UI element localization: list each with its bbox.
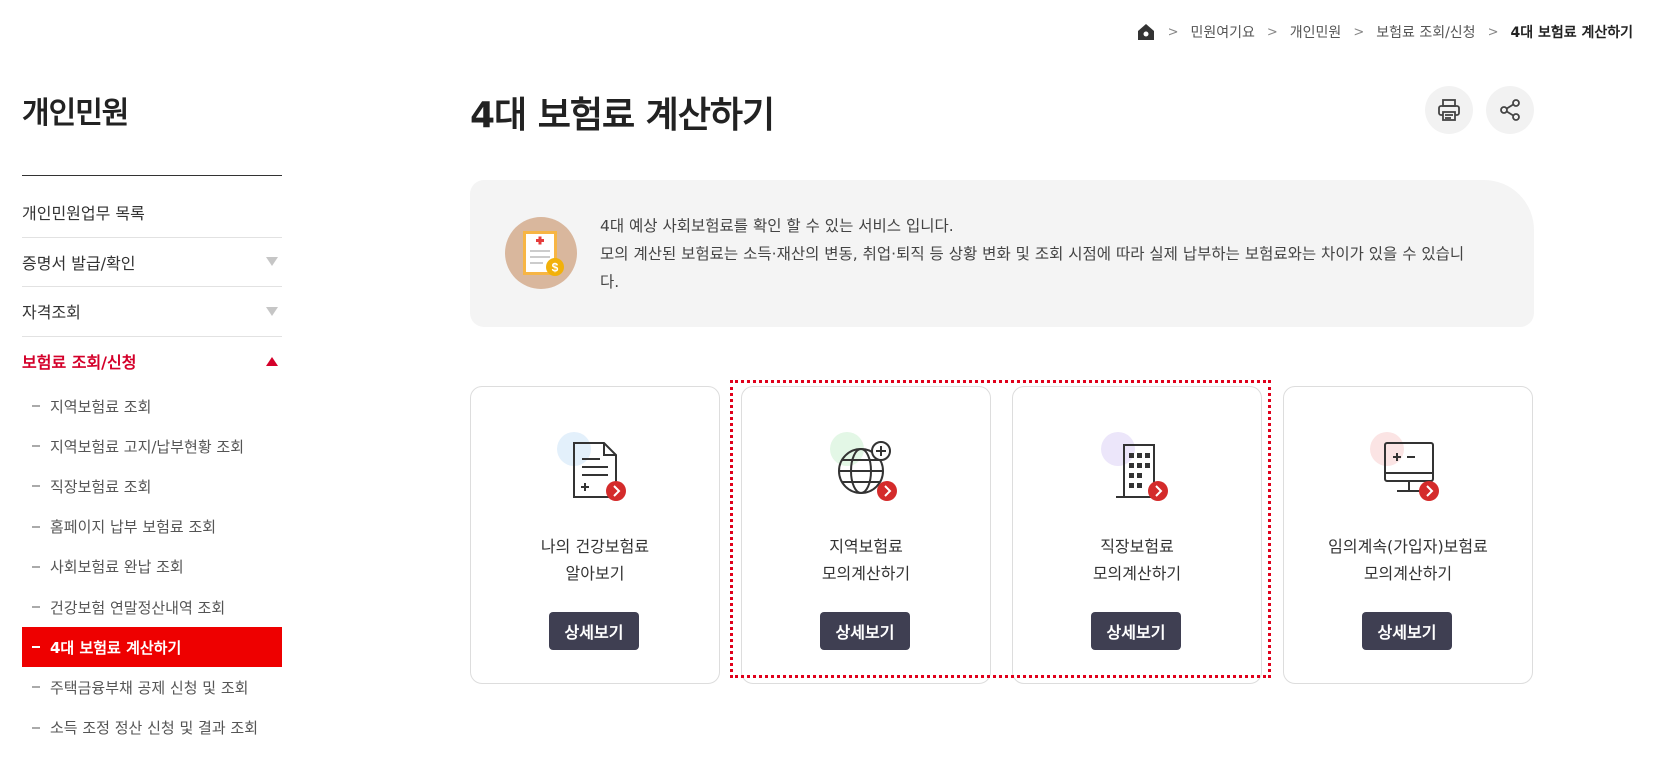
building-icon xyxy=(1096,429,1176,509)
sidebar-menu: 개인민원업무 목록 증명서 발급/확인 자격조회 보험료 조회/신청 지역보험료… xyxy=(22,188,282,748)
submenu-item[interactable]: 건강보험 연말정산내역 조회 xyxy=(22,587,282,627)
submenu-item[interactable]: 지역보험료 고지/납부현황 조회 xyxy=(22,426,282,466)
sidebar-item-premium[interactable]: 보험료 조회/신청 xyxy=(22,337,282,387)
breadcrumb-item[interactable]: 민원여기요 xyxy=(1190,22,1254,42)
submenu-item[interactable]: 소득 조정 정산 신청 및 결과 조회 xyxy=(22,708,282,748)
submenu-item-label: 홈페이지 납부 보험료 조회 xyxy=(50,518,217,537)
globe-plus-icon xyxy=(825,429,905,509)
card-voluntary-premium: 임의계속(가입자)보험료 모의계산하기 상세보기 xyxy=(1283,386,1533,684)
dash-icon xyxy=(32,646,40,649)
card-label-line: 지역보험료 xyxy=(829,537,903,556)
dash-icon xyxy=(32,565,40,568)
card-label-line: 모의계산하기 xyxy=(1363,564,1453,583)
insurance-document-icon: $ xyxy=(505,217,577,289)
svg-text:$: $ xyxy=(552,261,559,275)
sidebar-item-civil-list[interactable]: 개인민원업무 목록 xyxy=(22,188,282,238)
chevron-up-icon xyxy=(266,356,278,366)
card-workplace-premium: 직장보험료 모의계산하기 상세보기 xyxy=(1012,386,1262,684)
card-label: 지역보험료 모의계산하기 xyxy=(742,533,990,587)
home-icon[interactable] xyxy=(1136,22,1156,42)
service-cards: 나의 건강보험료 알아보기 상세보기 지역보험료 모의계산하기 상세보기 직장보… xyxy=(470,386,1534,684)
sidebar-divider xyxy=(22,175,282,176)
sidebar-item-label: 개인민원업무 목록 xyxy=(22,204,145,224)
breadcrumb-separator: > xyxy=(1266,24,1278,40)
card-my-health-premium: 나의 건강보험료 알아보기 상세보기 xyxy=(470,386,720,684)
card-label-line: 임의계속(가입자)보험료 xyxy=(1328,537,1488,556)
card-label: 직장보험료 모의계산하기 xyxy=(1013,533,1261,587)
card-label-line: 알아보기 xyxy=(565,564,625,583)
submenu-item[interactable]: 지역보험료 조회 xyxy=(22,386,282,426)
document-plus-icon xyxy=(554,429,634,509)
sidebar-item-label: 증명서 발급/확인 xyxy=(22,253,136,273)
print-icon xyxy=(1438,99,1460,121)
submenu-item-label: 건강보험 연말정산내역 조회 xyxy=(50,598,226,617)
submenu-item[interactable]: 주택금융부채 공제 신청 및 조회 xyxy=(22,667,282,707)
chevron-down-icon xyxy=(266,306,278,316)
sidebar-item-certificate[interactable]: 증명서 발급/확인 xyxy=(22,238,282,287)
submenu-item[interactable]: 홈페이지 납부 보험료 조회 xyxy=(22,507,282,547)
dash-icon xyxy=(32,525,40,528)
card-label: 임의계속(가입자)보험료 모의계산하기 xyxy=(1284,533,1532,587)
monitor-calc-icon xyxy=(1367,429,1447,509)
info-line: 모의 계산된 보험료는 소득·재산의 변동, 취업·퇴직 등 상황 변화 및 조… xyxy=(600,245,1465,291)
breadcrumb-separator: > xyxy=(1353,24,1365,40)
card-label-line: 직장보험료 xyxy=(1100,537,1174,556)
submenu-item-label: 지역보험료 조회 xyxy=(50,397,152,416)
card-label-line: 모의계산하기 xyxy=(1092,564,1182,583)
dash-icon xyxy=(32,485,40,488)
sidebar-item-qualification[interactable]: 자격조회 xyxy=(22,287,282,337)
info-line: 4대 예상 사회보험료를 확인 할 수 있는 서비스 입니다. xyxy=(600,217,954,235)
detail-button[interactable]: 상세보기 xyxy=(549,612,639,650)
detail-button[interactable]: 상세보기 xyxy=(1091,612,1181,650)
breadcrumb: > 민원여기요 > 개인민원 > 보험료 조회/신청 > 4대 보험료 계산하기 xyxy=(1136,22,1633,42)
submenu-item-selected[interactable]: 4대 보험료 계산하기 xyxy=(22,627,282,668)
dash-icon xyxy=(32,445,40,448)
submenu-item-label: 지역보험료 고지/납부현황 조회 xyxy=(50,437,244,456)
submenu-item-label: 직장보험료 조회 xyxy=(50,477,152,496)
submenu-item[interactable]: 직장보험료 조회 xyxy=(22,466,282,506)
share-button[interactable] xyxy=(1486,86,1534,134)
chevron-down-icon xyxy=(266,257,278,267)
card-label-line: 모의계산하기 xyxy=(821,564,911,583)
sidebar-title: 개인민원 xyxy=(22,96,129,131)
submenu-item-label: 소득 조정 정산 신청 및 결과 조회 xyxy=(50,719,259,738)
submenu-item-label: 사회보험료 완납 조회 xyxy=(50,558,184,577)
submenu-item[interactable]: 사회보험료 완납 조회 xyxy=(22,547,282,587)
info-box: $ 4대 예상 사회보험료를 확인 할 수 있는 서비스 입니다. 모의 계산된… xyxy=(470,180,1534,327)
page-title: 4대 보험료 계산하기 xyxy=(470,95,775,136)
detail-button[interactable]: 상세보기 xyxy=(1362,612,1452,650)
submenu-item-label: 주택금융부채 공제 신청 및 조회 xyxy=(50,678,249,697)
share-icon xyxy=(1500,99,1520,121)
dash-icon xyxy=(32,405,40,408)
submenu-item-label: 4대 보험료 계산하기 xyxy=(50,638,182,657)
sidebar-item-label: 자격조회 xyxy=(22,303,81,323)
print-button[interactable] xyxy=(1425,86,1473,134)
card-regional-premium: 지역보험료 모의계산하기 상세보기 xyxy=(741,386,991,684)
breadcrumb-separator: > xyxy=(1167,24,1179,40)
sidebar-item-label: 보험료 조회/신청 xyxy=(22,353,137,373)
breadcrumb-separator: > xyxy=(1487,24,1499,40)
card-label: 나의 건강보험료 알아보기 xyxy=(471,533,719,587)
breadcrumb-current: 4대 보험료 계산하기 xyxy=(1510,25,1633,41)
sidebar-submenu: 지역보험료 조회 지역보험료 고지/납부현황 조회 직장보험료 조회 홈페이지 … xyxy=(22,386,282,748)
detail-button[interactable]: 상세보기 xyxy=(820,612,910,650)
card-label-line: 나의 건강보험료 xyxy=(540,537,650,556)
dash-icon xyxy=(32,606,40,609)
breadcrumb-item[interactable]: 개인민원 xyxy=(1290,22,1342,42)
dash-icon xyxy=(32,686,40,689)
dash-icon xyxy=(32,726,40,729)
breadcrumb-item[interactable]: 보험료 조회/신청 xyxy=(1376,22,1475,42)
info-text: 4대 예상 사회보험료를 확인 할 수 있는 서비스 입니다. 모의 계산된 보… xyxy=(600,212,1480,296)
sidebar: 개인민원 개인민원업무 목록 증명서 발급/확인 자격조회 보험료 조회/신청 … xyxy=(22,0,282,761)
